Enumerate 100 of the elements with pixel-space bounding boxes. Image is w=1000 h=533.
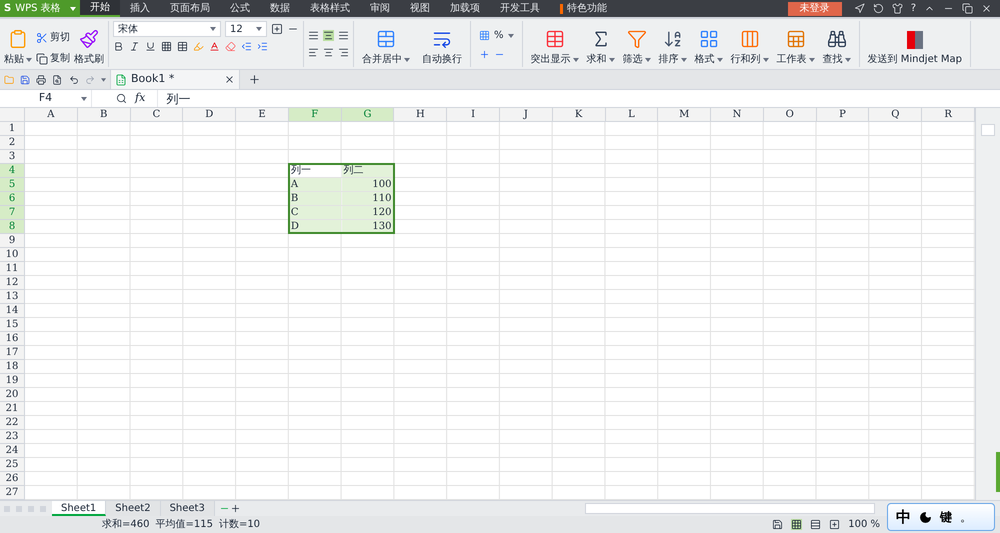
- row-header[interactable]: 24: [0, 444, 25, 458]
- row-header[interactable]: 23: [0, 430, 25, 444]
- name-box[interactable]: F4: [0, 90, 92, 107]
- italic-icon[interactable]: [129, 41, 140, 52]
- row-header[interactable]: 21: [0, 402, 25, 416]
- menu-tab[interactable]: 审阅: [360, 0, 400, 17]
- column-header[interactable]: D: [183, 108, 236, 121]
- ribbon-button[interactable]: 突出显示: [530, 29, 579, 67]
- row-header[interactable]: 5: [0, 178, 25, 192]
- menu-tab[interactable]: 表格样式: [300, 0, 360, 17]
- fill-color-icon[interactable]: [193, 41, 204, 52]
- close-tab-icon[interactable]: [224, 74, 235, 85]
- paste-button[interactable]: 粘贴: [4, 29, 32, 67]
- menu-tab[interactable]: 开发工具: [490, 0, 550, 17]
- column-header[interactable]: O: [764, 108, 817, 121]
- font-name-field[interactable]: 宋体: [113, 21, 221, 37]
- compass-icon[interactable]: [854, 3, 865, 14]
- cut-button[interactable]: 剪切: [36, 30, 70, 45]
- grow-font-icon[interactable]: [271, 23, 283, 35]
- mindjet-button[interactable]: 发送到 Mindjet Map: [868, 31, 962, 67]
- horizontal-scrollbar[interactable]: [585, 503, 875, 514]
- format-painter-button[interactable]: 格式刷: [74, 29, 104, 67]
- column-header[interactable]: G: [342, 108, 394, 121]
- row-header[interactable]: 1: [0, 122, 25, 136]
- menu-tab[interactable]: 特色功能: [550, 0, 617, 17]
- shirt-icon[interactable]: [892, 3, 903, 14]
- row-header[interactable]: 26: [0, 472, 25, 486]
- column-header[interactable]: F: [288, 108, 342, 121]
- column-header[interactable]: A: [25, 108, 78, 121]
- close-icon[interactable]: [981, 3, 992, 14]
- column-header[interactable]: M: [658, 108, 712, 121]
- font-size-field[interactable]: 12: [225, 21, 267, 37]
- scroll-thumb[interactable]: [996, 452, 1000, 492]
- align-center-icon[interactable]: [323, 47, 334, 58]
- sheet-tab[interactable]: Sheet1: [52, 501, 106, 516]
- align-top-icon[interactable]: [308, 30, 319, 41]
- preview-icon[interactable]: [52, 74, 63, 86]
- ribbon-button[interactable]: 筛选: [622, 29, 651, 67]
- row-header[interactable]: 10: [0, 248, 25, 262]
- undo-icon[interactable]: [68, 74, 79, 86]
- row-header[interactable]: 14: [0, 304, 25, 318]
- vertical-scrollbar[interactable]: [975, 108, 1000, 500]
- help-button[interactable]: ?: [910, 1, 916, 16]
- copy-button[interactable]: 复制: [36, 51, 70, 66]
- restore-icon[interactable]: [962, 3, 973, 14]
- menu-tab[interactable]: 插入: [120, 0, 160, 17]
- refresh-icon[interactable]: [872, 3, 884, 14]
- clear-icon[interactable]: [225, 41, 236, 52]
- row-header[interactable]: 17: [0, 346, 25, 360]
- row-header[interactable]: 15: [0, 318, 25, 332]
- column-header[interactable]: B: [78, 108, 131, 121]
- percent-button[interactable]: %: [479, 28, 514, 43]
- page-view-icon[interactable]: [772, 519, 784, 530]
- menu-tab[interactable]: 开始: [80, 0, 120, 17]
- row-header[interactable]: 20: [0, 388, 25, 402]
- formula-field[interactable]: 列一: [157, 90, 1000, 107]
- column-header[interactable]: I: [447, 108, 500, 121]
- normal-view-icon[interactable]: [791, 519, 802, 530]
- ribbon-button[interactable]: 工作表: [776, 29, 815, 67]
- row-header[interactable]: 13: [0, 290, 25, 304]
- merge-button[interactable]: 合并居中: [362, 29, 410, 67]
- menu-tab[interactable]: 公式: [220, 0, 260, 17]
- ribbon-button[interactable]: 格式: [694, 29, 723, 67]
- row-header[interactable]: 22: [0, 416, 25, 430]
- column-header[interactable]: Q: [869, 108, 922, 121]
- border-icon[interactable]: [161, 41, 172, 52]
- new-tab-icon[interactable]: [248, 73, 261, 86]
- menu-tab[interactable]: 视图: [400, 0, 440, 17]
- indent-decrease-icon[interactable]: [241, 41, 252, 52]
- ime-key[interactable]: 键: [940, 508, 952, 526]
- app-menu-button[interactable]: S WPS 表格: [0, 0, 80, 17]
- row-header[interactable]: 25: [0, 458, 25, 472]
- cell-style-icon[interactable]: [177, 41, 188, 52]
- align-left-icon[interactable]: [308, 47, 319, 58]
- zoom-level[interactable]: 100 %: [848, 517, 880, 532]
- column-header[interactable]: J: [500, 108, 553, 121]
- save-icon[interactable]: [20, 74, 30, 86]
- row-header[interactable]: 4: [0, 164, 25, 178]
- ime-mode[interactable]: 中: [896, 506, 911, 528]
- ime-punct[interactable]: 。: [960, 508, 972, 526]
- moon-icon[interactable]: [919, 510, 932, 524]
- menu-tab[interactable]: 数据: [260, 0, 300, 17]
- column-header[interactable]: H: [394, 108, 448, 121]
- row-header[interactable]: 11: [0, 262, 25, 276]
- ribbon-button[interactable]: 排序: [658, 29, 687, 67]
- add-sheet-icon[interactable]: [230, 503, 241, 514]
- column-header[interactable]: C: [130, 108, 184, 121]
- column-header[interactable]: P: [816, 108, 870, 121]
- row-header[interactable]: 19: [0, 374, 25, 388]
- document-tab[interactable]: Book1 *: [110, 70, 240, 89]
- bold-icon[interactable]: [113, 41, 124, 52]
- font-color-icon[interactable]: [209, 41, 220, 52]
- column-header[interactable]: L: [606, 108, 658, 121]
- row-header[interactable]: 7: [0, 206, 25, 220]
- break-view-icon[interactable]: [810, 519, 822, 530]
- column-header[interactable]: N: [711, 108, 764, 121]
- align-middle-icon[interactable]: [323, 30, 334, 41]
- increase-decimal-icon[interactable]: [479, 49, 490, 60]
- align-bottom-icon[interactable]: [338, 30, 349, 41]
- row-header[interactable]: 6: [0, 192, 25, 206]
